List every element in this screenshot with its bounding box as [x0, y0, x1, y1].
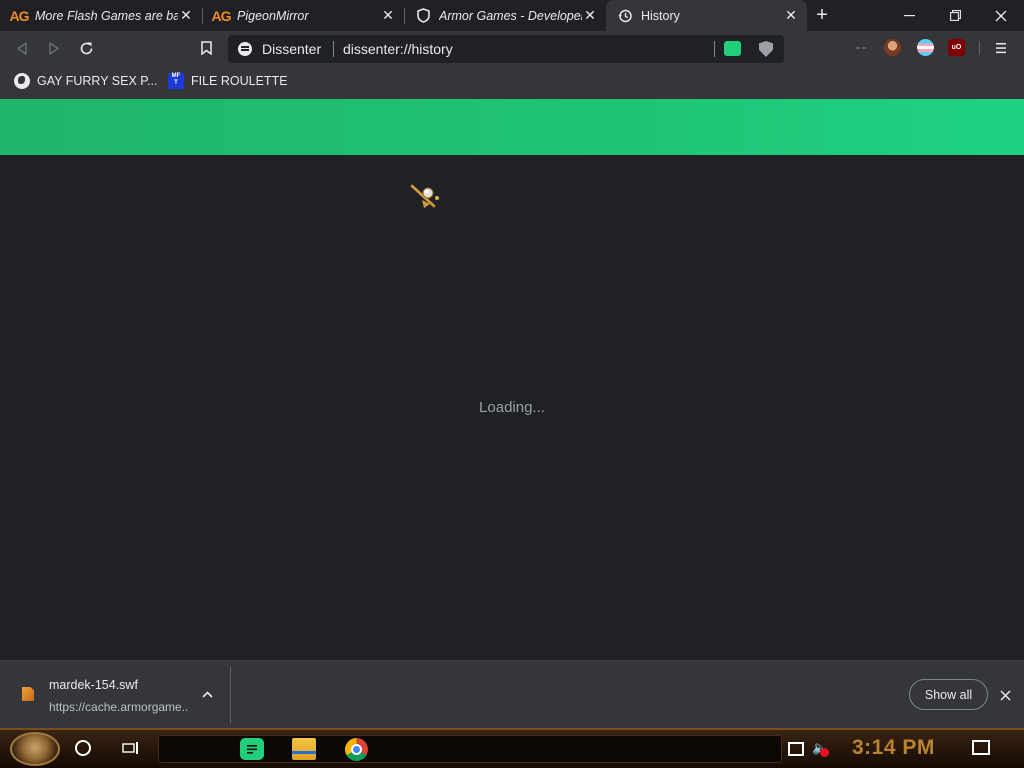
close-icon[interactable]: [995, 685, 1015, 705]
action-center-icon[interactable]: [972, 740, 990, 755]
extension-icon[interactable]: [849, 35, 875, 61]
tab-strip: AG More Flash Games are back ✕ AG Pigeon…: [0, 0, 1024, 31]
taskbar-clock[interactable]: 3:14 PM: [852, 736, 935, 760]
reload-button[interactable]: [73, 35, 99, 61]
toolbar-divider: [979, 41, 980, 55]
page-header-banner: [0, 99, 1024, 155]
browser-toolbar: Dissenter dissenter://history: [0, 31, 1024, 65]
flag-extension-icon[interactable]: [917, 39, 934, 56]
cortana-search-icon[interactable]: [75, 740, 91, 756]
staff-cursor-icon: [410, 184, 439, 208]
gab-dissenter-icon[interactable]: [240, 738, 264, 760]
armor-games-logo-icon: AG: [211, 7, 232, 24]
start-button[interactable]: [10, 732, 60, 766]
close-tab-icon[interactable]: ✕: [783, 7, 799, 24]
close-tab-icon[interactable]: ✕: [380, 7, 396, 24]
armor-games-logo-icon: AG: [9, 7, 30, 24]
menu-icon[interactable]: [988, 35, 1014, 61]
shield-icon: [415, 8, 431, 24]
close-tab-icon[interactable]: ✕: [178, 7, 194, 24]
close-window-button[interactable]: [978, 0, 1024, 31]
history-icon: [617, 8, 633, 24]
file-explorer-icon[interactable]: [292, 738, 316, 760]
brave-shield-icon[interactable]: [759, 41, 773, 57]
new-tab-button[interactable]: +: [807, 0, 837, 31]
bookmark-label: FILE ROULETTE: [191, 74, 288, 88]
download-shelf: mardek-154.swf https://cache.armorgame..…: [0, 660, 1024, 728]
download-filename: mardek-154.swf: [49, 678, 138, 692]
site-name: Dissenter: [262, 41, 322, 57]
minimize-button[interactable]: [886, 0, 932, 31]
tab-history[interactable]: History ✕: [606, 0, 807, 31]
tab-more-flash-games[interactable]: AG More Flash Games are back ✕: [0, 0, 202, 31]
swf-file-icon: [22, 687, 34, 701]
close-tab-icon[interactable]: ✕: [582, 7, 598, 24]
bookmark-item[interactable]: MF T FILE ROULETTE: [168, 72, 288, 90]
mft-icon: MF T: [168, 73, 184, 89]
tab-pigeonmirror[interactable]: AG PigeonMirror ✕: [202, 0, 404, 31]
tab-title: History: [641, 8, 680, 23]
download-source-url: https://cache.armorgame...: [49, 700, 189, 714]
omnibox-divider: [714, 41, 715, 57]
address-bar[interactable]: Dissenter dissenter://history: [228, 35, 784, 63]
show-all-button[interactable]: Show all: [909, 679, 988, 710]
tab-title: PigeonMirror: [237, 8, 309, 23]
bookmarks-bar: GAY FURRY SEX P... MF T FILE ROULETTE: [0, 65, 1024, 99]
tab-armor-games-developer[interactable]: Armor Games - Developer ✕: [404, 0, 606, 31]
bookmark-label: GAY FURRY SEX P...: [37, 74, 158, 88]
chevron-up-icon[interactable]: [198, 685, 216, 703]
tab-title: More Flash Games are back: [35, 8, 178, 23]
task-view-icon[interactable]: [121, 739, 141, 757]
tab-title: Armor Games - Developer: [439, 8, 582, 23]
chrome-icon[interactable]: [345, 738, 368, 761]
dissenter-comments-icon[interactable]: [724, 41, 741, 56]
omnibox-divider: [333, 41, 334, 57]
windows-taskbar: 🔈 3:14 PM: [0, 728, 1024, 768]
forward-button[interactable]: [41, 35, 67, 61]
ublock-origin-icon[interactable]: uO: [948, 39, 965, 56]
loading-indicator: Loading...: [479, 399, 545, 416]
dissenter-site-icon: [238, 42, 252, 56]
url-text[interactable]: dissenter://history: [343, 41, 453, 57]
bookmark-icon[interactable]: [193, 35, 219, 61]
avatar-extension-icon[interactable]: [884, 39, 901, 56]
network-icon[interactable]: [788, 742, 804, 756]
shelf-divider: [230, 667, 231, 723]
restore-button[interactable]: [932, 0, 978, 31]
bookmark-item[interactable]: GAY FURRY SEX P...: [14, 72, 157, 90]
muted-badge-icon: [820, 748, 829, 757]
globe-icon: [14, 73, 30, 89]
back-button[interactable]: [9, 35, 35, 61]
